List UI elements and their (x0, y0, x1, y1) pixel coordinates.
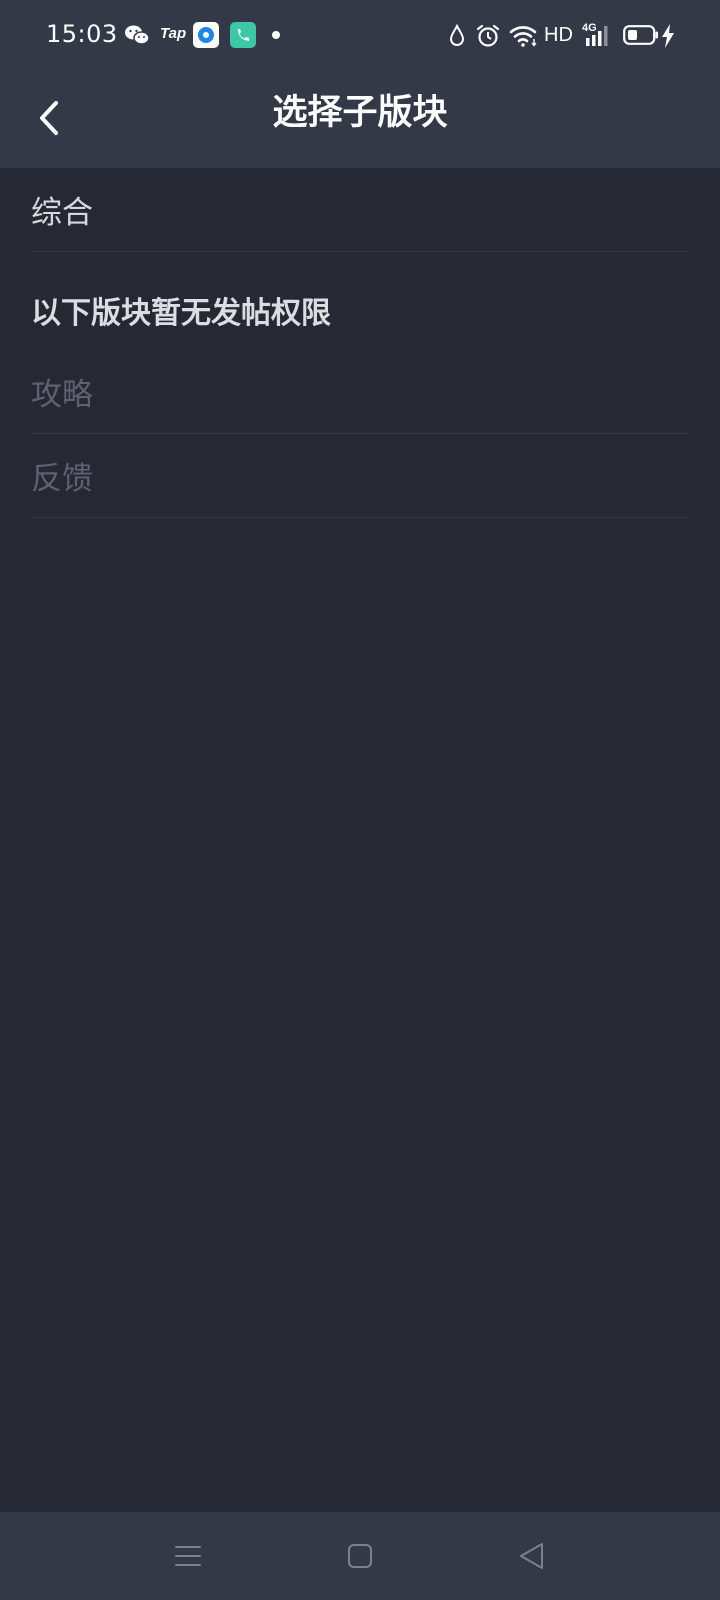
menu-icon (175, 1546, 201, 1566)
chevron-left-icon (40, 101, 58, 135)
board-item-label: 综合 (31, 195, 93, 231)
wechat-icon (125, 25, 150, 45)
alarm-icon (476, 24, 500, 47)
home-icon (348, 1544, 372, 1568)
page-title: 选择子版块 (272, 93, 448, 133)
home-button[interactable] (334, 1530, 386, 1582)
back-button[interactable] (20, 88, 80, 148)
board-item-general[interactable]: 综合 (31, 168, 690, 252)
charging-icon (662, 24, 674, 48)
phone-app-icon (230, 22, 256, 48)
hd-label: HD (544, 24, 573, 46)
signal-icon (586, 26, 608, 46)
board-item-label: 反馈 (31, 461, 93, 497)
water-drop-icon (449, 24, 465, 46)
wifi-icon (509, 26, 537, 47)
board-item-label: 攻略 (31, 377, 93, 413)
system-nav-bar (0, 1512, 720, 1600)
notification-dot-icon (272, 31, 280, 39)
browser-app-icon (193, 22, 219, 48)
back-triangle-icon (520, 1543, 543, 1569)
board-item-feedback: 反馈 (31, 434, 690, 518)
nav-back-button[interactable] (506, 1530, 558, 1582)
restricted-section-heading: 以下版块暂无发帖权限 (31, 296, 331, 331)
recent-apps-button[interactable] (162, 1530, 214, 1582)
screen: 15:03 Tap HD 4G 选择子版块 综合 以下版块暂无发帖权限 攻略 反… (0, 0, 720, 1600)
battery-icon (623, 25, 658, 45)
status-time: 15:03 (46, 20, 118, 48)
tap-icon: Tap (160, 25, 187, 42)
app-bar: 选择子版块 (0, 70, 720, 168)
status-bar: 15:03 Tap HD 4G (0, 0, 720, 70)
board-item-guides: 攻略 (31, 350, 690, 434)
